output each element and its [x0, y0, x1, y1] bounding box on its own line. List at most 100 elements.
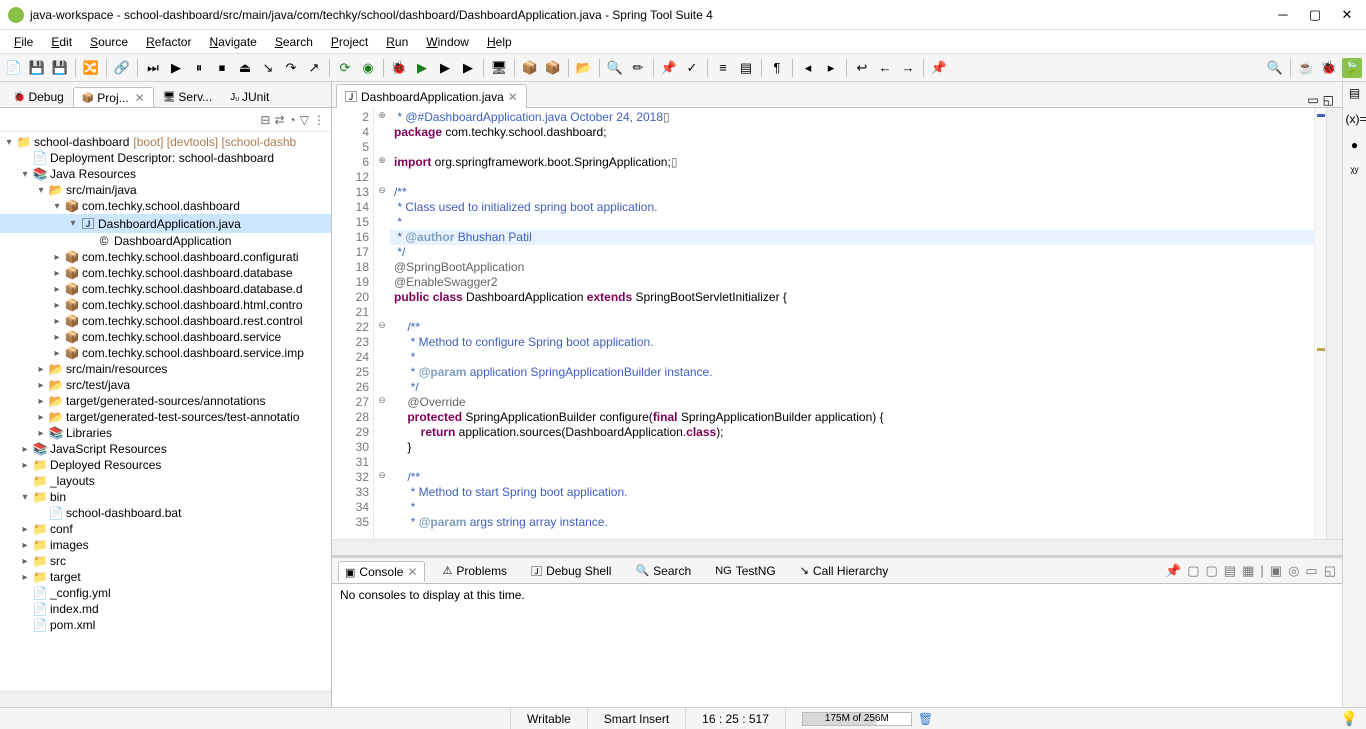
line-number-ruler[interactable]: 2456121314151617181920212223242526272829… [332, 108, 374, 539]
console-tool-icon[interactable]: ▣ [1270, 563, 1282, 579]
console-tool-icon[interactable]: ▢ [1187, 563, 1199, 579]
menu-source[interactable]: Source [82, 33, 136, 51]
new-server-icon[interactable]: 🖥 [489, 58, 509, 78]
tree-item[interactable]: 📄pom.xml [0, 617, 331, 633]
perspective-java-icon[interactable]: ☕ [1296, 58, 1316, 78]
gc-icon[interactable]: 🗑 [918, 712, 933, 726]
code-editor[interactable]: 2456121314151617181920212223242526272829… [332, 108, 1342, 539]
breakpoints-icon[interactable]: ● [1346, 138, 1364, 156]
variables-icon[interactable]: (x)= [1346, 112, 1364, 130]
next-annotation-icon[interactable]: ▸ [821, 58, 841, 78]
outline-icon[interactable]: ▤ [1346, 86, 1364, 104]
tree-item[interactable]: ▸📁Deployed Resources [0, 457, 331, 473]
save-all-icon[interactable]: 💾 [50, 58, 70, 78]
last-edit-icon[interactable]: ↩ [852, 58, 872, 78]
bottom-tab-testng[interactable]: NGTestNG [709, 561, 782, 581]
menu-search[interactable]: Search [267, 33, 321, 51]
expressions-icon[interactable]: ᵡʸ [1346, 164, 1364, 182]
source-code[interactable]: * @#DashboardApplication.java October 24… [390, 108, 1314, 539]
filter-icon[interactable]: ▽ [300, 113, 309, 127]
bottom-tab-search[interactable]: 🔍Search [629, 561, 697, 581]
editor-h-scrollbar[interactable] [332, 539, 1342, 555]
open-type-icon[interactable]: 📂 [574, 58, 594, 78]
project-tree[interactable]: ▾📁school-dashboard [boot] [devtools] [sc… [0, 132, 331, 691]
menu-run[interactable]: Run [378, 33, 416, 51]
resume-icon[interactable]: ▶ [166, 58, 186, 78]
menu-edit[interactable]: Edit [43, 33, 80, 51]
console-tool-icon[interactable]: ▢ [1205, 563, 1217, 579]
toggle-block-icon[interactable]: ▤ [736, 58, 756, 78]
step-return-icon[interactable]: ↗ [304, 58, 324, 78]
console-tool-icon[interactable]: | [1260, 563, 1263, 578]
bottom-tab-debug-shell[interactable]: 🄹Debug Shell [525, 560, 617, 582]
heap-bar[interactable]: 175M of 256M [802, 712, 912, 726]
new-icon[interactable]: 📄 [4, 58, 24, 78]
relaunch-icon[interactable]: ⟳ [335, 58, 355, 78]
tree-item[interactable]: ▸📁images [0, 537, 331, 553]
view-menu-icon[interactable]: ⋮ [313, 113, 325, 127]
tree-item[interactable]: ▾📂src/main/java [0, 182, 331, 198]
menu-help[interactable]: Help [479, 33, 520, 51]
tree-item[interactable]: 📄index.md [0, 601, 331, 617]
step-over-icon[interactable]: ↷ [281, 58, 301, 78]
overview-ruler[interactable] [1314, 108, 1326, 539]
tree-item[interactable]: ▸📁conf [0, 521, 331, 537]
menu-file[interactable]: File [6, 33, 41, 51]
tree-item[interactable]: ▸📦com.techky.school.dashboard.html.contr… [0, 297, 331, 313]
tree-item[interactable]: ▸📦com.techky.school.dashboard.service.im… [0, 345, 331, 361]
console-tool-icon[interactable]: ◱ [1324, 563, 1336, 579]
boot-dashboard-icon[interactable]: ◉ [358, 58, 378, 78]
toggle-mark-icon[interactable]: ✏ [628, 58, 648, 78]
prev-annotation-icon[interactable]: ◂ [798, 58, 818, 78]
tree-item[interactable]: ▸📚JavaScript Resources [0, 441, 331, 457]
annotation-icon[interactable]: 📌 [659, 58, 679, 78]
tree-item[interactable]: ▸📂target/generated-test-sources/test-ann… [0, 409, 331, 425]
tree-h-scrollbar[interactable] [0, 691, 331, 707]
tree-item[interactable]: ▸📂src/test/java [0, 377, 331, 393]
tree-item[interactable]: ▾📁school-dashboard [boot] [devtools] [sc… [0, 134, 331, 150]
tree-item[interactable]: ▸📦com.techky.school.dashboard.database [0, 265, 331, 281]
tree-item[interactable]: 📁_layouts [0, 473, 331, 489]
quick-access-icon[interactable]: 🔍 [1265, 58, 1285, 78]
link-icon[interactable]: 🔗 [112, 58, 132, 78]
tree-item[interactable]: ▸📦com.techky.school.dashboard.database.d [0, 281, 331, 297]
tree-item[interactable]: ▾📚Java Resources [0, 166, 331, 182]
tip-icon[interactable]: 💡 [1341, 710, 1358, 727]
focus-task-icon[interactable]: ◔ [289, 113, 296, 127]
switch-icon[interactable]: 🔀 [81, 58, 101, 78]
debug-icon[interactable]: 🐞 [389, 58, 409, 78]
bottom-tab-call-hierarchy[interactable]: ↘Call Hierarchy [794, 561, 895, 581]
menu-window[interactable]: Window [418, 33, 477, 51]
menu-project[interactable]: Project [323, 33, 376, 51]
collapse-all-icon[interactable]: ⊟ [260, 113, 270, 127]
close-button[interactable]: ✕ [1340, 8, 1354, 22]
pin-icon[interactable]: 📌 [929, 58, 949, 78]
task-icon[interactable]: ✓ [682, 58, 702, 78]
tree-item[interactable]: 📄Deployment Descriptor: school-dashboard [0, 150, 331, 166]
menu-refactor[interactable]: Refactor [138, 33, 199, 51]
view-tab-proj[interactable]: 📦Proj...✕ [73, 87, 154, 108]
editor-tab-close-icon[interactable]: ✕ [508, 90, 518, 104]
tree-item[interactable]: ▾📁bin [0, 489, 331, 505]
tree-item[interactable]: ▸📦com.techky.school.dashboard.rest.contr… [0, 313, 331, 329]
perspective-debug-icon[interactable]: 🐞 [1319, 58, 1339, 78]
view-tab-serv[interactable]: 🖥Serv... [154, 86, 222, 107]
tree-item[interactable]: 📄school-dashboard.bat [0, 505, 331, 521]
tree-item[interactable]: 📄_config.yml [0, 585, 331, 601]
run-icon[interactable]: ▶ [412, 58, 432, 78]
disconnect-icon[interactable]: ⏏ [235, 58, 255, 78]
folding-ruler[interactable]: ⊕ ⊕ ⊖ ⊖ ⊖ ⊖ [374, 108, 390, 539]
bottom-tab-console[interactable]: ▣Console ✕ [338, 561, 425, 582]
back-icon[interactable]: ← [875, 58, 895, 78]
tree-item[interactable]: ▾📦com.techky.school.dashboard [0, 198, 331, 214]
link-editor-icon[interactable]: ⇄ [274, 113, 284, 127]
tree-item[interactable]: ▾🄹DashboardApplication.java [0, 214, 331, 233]
run-last-icon[interactable]: ▶ [458, 58, 478, 78]
show-whitespace-icon[interactable]: ¶ [767, 58, 787, 78]
forward-icon[interactable]: → [898, 58, 918, 78]
console-tool-icon[interactable]: ◎ [1288, 563, 1299, 579]
view-tab-junit[interactable]: JᵤJUnit [221, 86, 278, 107]
editor-tab[interactable]: 🄹 DashboardApplication.java ✕ [336, 84, 527, 108]
console-tool-icon[interactable]: ▤ [1224, 563, 1236, 579]
new-package-icon[interactable]: 📦 [543, 58, 563, 78]
